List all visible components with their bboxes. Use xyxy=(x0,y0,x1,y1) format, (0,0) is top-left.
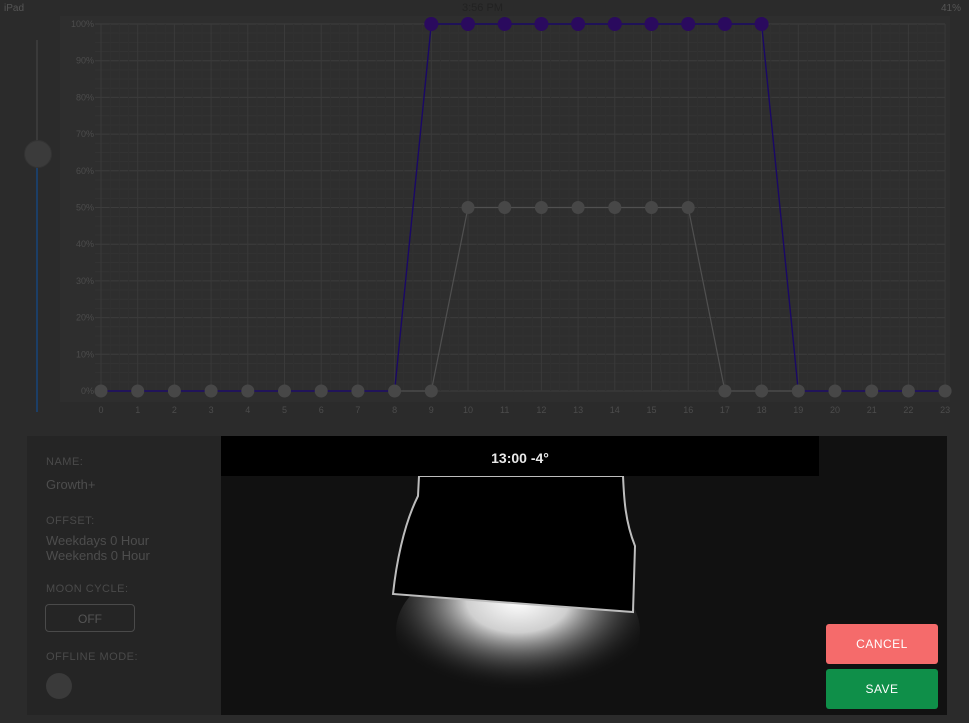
name-label: NAME: xyxy=(46,456,84,468)
data-point[interactable] xyxy=(131,384,145,398)
y-tick-label: 30% xyxy=(76,276,94,286)
data-point[interactable] xyxy=(938,384,952,398)
moon-cycle-button[interactable]: OFF xyxy=(45,604,135,632)
data-point[interactable] xyxy=(534,17,549,31)
x-tick-label: 12 xyxy=(536,405,546,415)
x-tick-label: 19 xyxy=(793,405,803,415)
x-tick-label: 0 xyxy=(98,405,103,415)
data-point[interactable] xyxy=(571,17,586,31)
offset-label: OFFSET: xyxy=(46,515,95,527)
x-tick-label: 11 xyxy=(500,405,509,415)
x-tick-label: 6 xyxy=(319,405,324,415)
y-tick-label: 10% xyxy=(76,349,94,359)
data-point[interactable] xyxy=(388,384,402,398)
x-tick-label: 5 xyxy=(282,405,287,415)
data-point[interactable] xyxy=(167,384,181,398)
data-point[interactable] xyxy=(754,17,769,31)
intensity-chart[interactable]: 0%10%20%30%40%50%60%70%80%90%100%0 1 2 3 4 5 6… xyxy=(0,0,969,430)
x-tick-label: 16 xyxy=(683,405,693,415)
data-point[interactable] xyxy=(241,384,255,398)
data-point[interactable] xyxy=(498,201,512,214)
data-point[interactable] xyxy=(497,17,512,31)
y-tick-label: 100% xyxy=(71,19,94,29)
cancel-button[interactable]: CANCEL xyxy=(826,624,938,664)
y-tick-label: 0% xyxy=(81,386,94,396)
save-button[interactable]: SAVE xyxy=(826,669,938,709)
x-tick-label: 1 xyxy=(135,405,140,415)
data-point[interactable] xyxy=(607,17,622,31)
x-tick-label: 9 xyxy=(429,405,434,415)
intensity-slider-track-top xyxy=(36,40,38,152)
offset-weekends: Weekends 0 Hour xyxy=(46,548,150,563)
data-point[interactable] xyxy=(534,201,548,214)
x-tick-label: 3 xyxy=(209,405,214,415)
preview-time-label: 13:00 -4° xyxy=(491,450,549,466)
x-tick-label: 21 xyxy=(867,405,877,415)
x-tick-label: 23 xyxy=(940,405,950,415)
x-tick-label: 7 xyxy=(355,405,360,415)
x-tick-label: 4 xyxy=(245,405,250,415)
offset-weekdays: Weekdays 0 Hour xyxy=(46,533,150,548)
data-point[interactable] xyxy=(901,384,915,398)
offline-mode-label: OFFLINE MODE: xyxy=(46,651,139,663)
fixture-body xyxy=(391,475,637,614)
x-tick-label: 10 xyxy=(463,405,473,415)
x-tick-label: 8 xyxy=(392,405,397,415)
intensity-slider-track[interactable] xyxy=(36,160,38,412)
y-tick-label: 50% xyxy=(76,203,94,213)
y-tick-label: 40% xyxy=(76,239,94,249)
y-tick-label: 80% xyxy=(76,92,94,102)
data-point[interactable] xyxy=(204,384,218,398)
bottom-panel: NAME: Growth+ OFFSET: Weekdays 0 Hour We… xyxy=(27,436,947,715)
moon-cycle-label: MOON CYCLE: xyxy=(46,583,129,595)
data-point[interactable] xyxy=(755,384,769,398)
y-tick-label: 60% xyxy=(76,166,94,176)
data-point[interactable] xyxy=(681,17,696,31)
x-tick-label: 13 xyxy=(573,405,583,415)
data-point[interactable] xyxy=(718,384,732,398)
data-point[interactable] xyxy=(461,17,475,31)
data-point[interactable] xyxy=(645,201,658,214)
x-tick-label: 14 xyxy=(610,405,620,415)
data-point[interactable] xyxy=(351,384,365,398)
data-point[interactable] xyxy=(278,384,291,398)
data-point[interactable] xyxy=(424,17,439,31)
x-tick-label: 22 xyxy=(903,405,913,415)
y-tick-label: 90% xyxy=(76,56,94,66)
data-point[interactable] xyxy=(571,201,585,214)
data-point[interactable] xyxy=(94,384,108,398)
data-point[interactable] xyxy=(681,201,695,214)
data-point[interactable] xyxy=(608,201,622,214)
name-value: Growth+ xyxy=(46,477,96,492)
offline-mode-toggle[interactable] xyxy=(46,673,72,699)
x-tick-label: 17 xyxy=(720,405,730,415)
y-tick-label: 20% xyxy=(76,313,94,323)
data-point[interactable] xyxy=(314,384,328,398)
data-point[interactable] xyxy=(644,17,659,31)
data-point[interactable] xyxy=(717,17,732,31)
data-point[interactable] xyxy=(865,384,879,398)
data-point[interactable] xyxy=(461,201,475,214)
x-tick-label: 20 xyxy=(830,405,840,415)
y-tick-label: 70% xyxy=(76,129,94,139)
x-tick-label: 18 xyxy=(757,405,767,415)
data-point[interactable] xyxy=(791,384,805,398)
details-panel: NAME: Growth+ OFFSET: Weekdays 0 Hour We… xyxy=(27,436,221,715)
x-tick-label: 2 xyxy=(172,405,177,415)
x-tick-label: 15 xyxy=(646,405,656,415)
intensity-slider-knob[interactable] xyxy=(24,140,52,168)
data-point[interactable] xyxy=(828,384,842,398)
data-point[interactable] xyxy=(424,384,438,398)
